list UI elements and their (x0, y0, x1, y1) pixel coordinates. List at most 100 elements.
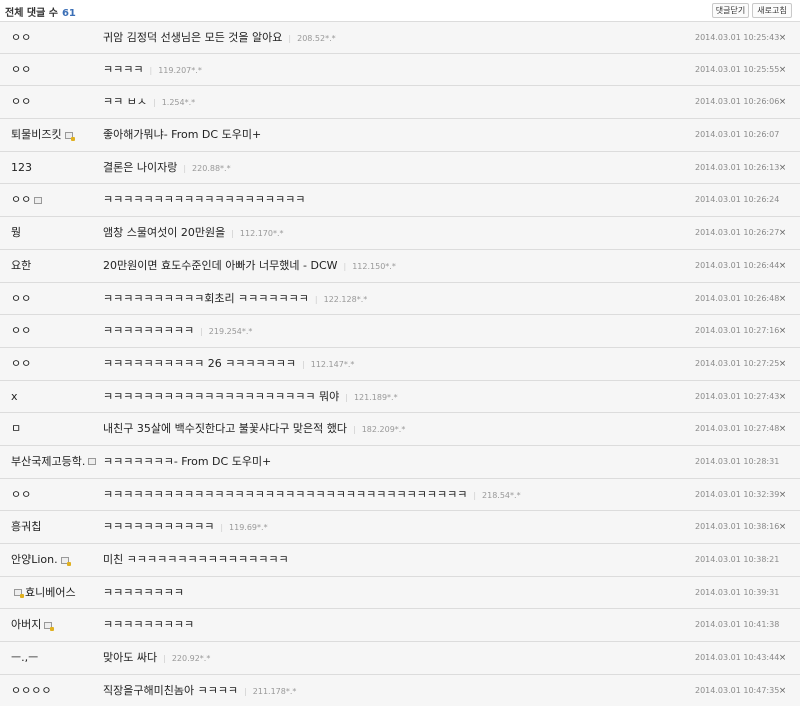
comment-timestamp: 2014.03.01 10:39:31 (695, 587, 780, 597)
comment-timestamp: 2014.03.01 10:26:06 (695, 97, 780, 107)
comment-nickname[interactable]: 안양Lion. (11, 544, 72, 576)
comment-timestamp: 2014.03.01 10:27:16 (695, 326, 780, 336)
close-comments-button[interactable]: 댓글닫기 (712, 3, 749, 18)
nickname-text[interactable]: ㅇㅇ (11, 292, 31, 305)
nickname-text[interactable]: 안양Lion. (11, 553, 58, 566)
comment-body: ㅋㅋㅋㅋㅋㅋㅋ- From DC 도우미+ (103, 446, 271, 478)
delete-comment-icon[interactable]: × (778, 425, 787, 434)
comment-timestamp: 2014.03.01 10:25:43 (695, 33, 780, 42)
comment-nickname[interactable]: 효니베어스 (11, 577, 76, 609)
nickname-text[interactable]: 요한 (11, 259, 31, 272)
comment-nickname[interactable]: 퇴물비즈킷 (11, 119, 76, 151)
comment-count: 전체 댓글 수 61 (5, 4, 76, 19)
comment-nickname[interactable]: x (11, 381, 18, 413)
comment-body: ㅋㅋㅋㅋㅋㅋㅋㅋㅋㅋ회초리 ㅋㅋㅋㅋㅋㅋㅋ 122.128*.* (103, 283, 367, 315)
comment-body: ㅋㅋㅋㅋㅋㅋㅋㅋㅋㅋㅋ 119.69*.* (103, 511, 268, 543)
comment-nickname[interactable]: 뭥 (11, 217, 21, 249)
delete-comment-icon[interactable]: × (778, 490, 787, 500)
comment-body: ㅋㅋㅋㅋㅋㅋㅋㅋㅋㅋㅋㅋㅋㅋㅋㅋㅋㅋㅋㅋㅋ 뭐야 121.189*.* (103, 381, 398, 413)
gallog-icon[interactable] (88, 458, 97, 466)
comment-text: 결론은 나이자랑 (103, 160, 178, 174)
fixed-nick-icon[interactable] (60, 556, 71, 566)
comment-row: 안양Lion. 미친 ㅋㅋㅋㅋㅋㅋㅋㅋㅋㅋㅋㅋㅋㅋㅋㅋ 2014.03.01 10:… (0, 544, 800, 577)
comment-row: ㅇㅇ ㅋㅋㅋㅋㅋㅋㅋㅋㅋㅋ회초리 ㅋㅋㅋㅋㅋㅋㅋ 122.128*.* 2014.03… (0, 282, 800, 316)
nickname-text[interactable]: 123 (11, 161, 32, 174)
fixed-nick-icon[interactable] (14, 589, 24, 599)
nickname-text[interactable]: ㅇㅇ (11, 357, 31, 370)
delete-comment-icon[interactable]: × (778, 98, 787, 107)
comment-nickname[interactable]: ㅇㅇ (11, 348, 31, 380)
comment-nickname[interactable]: ㅁ (11, 413, 21, 445)
comment-row: ㅡ.,ㅡ 맞아도 싸다 220.92*.* 2014.03.01 10:43:44× (0, 642, 800, 675)
delete-comment-icon[interactable]: × (778, 229, 787, 238)
comment-timestamp: 2014.03.01 10:27:43 (695, 391, 780, 401)
comment-body: ㅋㅋㅋㅋㅋㅋㅋㅋ (103, 577, 184, 609)
nickname-text[interactable]: ㅇㅇ (11, 324, 31, 337)
comment-body: 결론은 나이자랑 220.88*.* (103, 152, 231, 184)
delete-comment-icon[interactable]: × (778, 163, 787, 173)
delete-comment-icon[interactable]: × (778, 34, 787, 43)
comment-ip: 218.54*.* (473, 491, 520, 500)
nickname-text[interactable]: ㅇㅇ (11, 95, 31, 108)
comment-nickname[interactable]: 123 (11, 152, 32, 184)
nickname-text[interactable]: 부산국제고등학. (11, 455, 85, 468)
nickname-text[interactable]: ㅇㅇ (11, 31, 31, 44)
comment-text: 내친구 35살에 백수짓한다고 불꽃샤다구 맞은적 했다 (103, 422, 347, 436)
gallog-icon[interactable] (34, 196, 43, 204)
comment-timestamp: 2014.03.01 10:26:44 (695, 260, 780, 270)
comment-nickname[interactable]: ㅇㅇ (11, 184, 45, 216)
comment-body: ㅋㅋㅋㅋ 119.207*.* (103, 54, 202, 86)
comment-nickname[interactable]: ㅇㅇ (11, 54, 31, 86)
refresh-button[interactable]: 새로고침 (752, 3, 792, 18)
nickname-text[interactable]: 퇴물비즈킷 (11, 128, 62, 141)
nickname-text[interactable]: ㅇㅇ (11, 193, 31, 206)
comment-nickname[interactable]: ㅇㅇ (11, 315, 31, 347)
delete-comment-icon[interactable]: × (778, 654, 787, 663)
comment-body: 미친 ㅋㅋㅋㅋㅋㅋㅋㅋㅋㅋㅋㅋㅋㅋㅋㅋ (103, 544, 289, 576)
nickname-text[interactable]: ㅇㅇ (11, 63, 31, 76)
nickname-text[interactable]: ㅁ (11, 422, 21, 435)
nickname-text[interactable]: 흥궈칩 (11, 520, 41, 533)
delete-comment-icon[interactable]: × (778, 686, 787, 696)
comment-ip: 121.189*.* (345, 393, 397, 402)
delete-comment-icon[interactable]: × (778, 327, 787, 336)
nickname-text[interactable]: ㅇㅇㅇㅇ (11, 684, 51, 697)
delete-comment-icon[interactable]: × (778, 65, 787, 75)
comment-ip: 112.150*.* (344, 262, 396, 271)
comment-nickname[interactable]: 부산국제고등학. (11, 446, 99, 478)
comment-row: 뭥 앰창 스물여섯이 20만원을 112.170*.* 2014.03.01 10:2… (0, 217, 800, 250)
nickname-text[interactable]: 아버지 (11, 618, 41, 631)
delete-comment-icon[interactable]: × (778, 359, 787, 369)
comment-timestamp: 2014.03.01 10:26:13 (695, 162, 780, 172)
nickname-text[interactable]: x (11, 390, 18, 403)
comment-timestamp: 2014.03.01 10:26:48 (695, 293, 780, 303)
fixed-nick-icon[interactable] (44, 621, 55, 631)
delete-comment-icon[interactable]: × (778, 294, 787, 304)
comment-text: 좋아해가뭐냐- From DC 도우미+ (103, 128, 262, 142)
comment-body: ㅋㅋㅋㅋㅋㅋㅋㅋㅋㅋㅋㅋㅋㅋㅋㅋㅋㅋㅋㅋ (103, 184, 305, 216)
comment-nickname[interactable]: ㅇㅇㅇㅇ (11, 675, 51, 706)
comment-nickname[interactable]: ㅇㅇ (11, 479, 31, 511)
comment-nickname[interactable]: 아버지 (11, 609, 55, 641)
comment-nickname[interactable]: 흥궈칩 (11, 511, 41, 543)
nickname-text[interactable]: 효니베어스 (25, 586, 76, 599)
comment-ip: 112.170*.* (231, 229, 283, 238)
comment-nickname[interactable]: 요한 (11, 250, 31, 282)
comment-count-value: 61 (61, 8, 76, 19)
comment-nickname[interactable]: ㅡ.,ㅡ (11, 642, 38, 674)
nickname-text[interactable]: ㅡ.,ㅡ (11, 651, 38, 664)
delete-comment-icon[interactable]: × (778, 392, 787, 402)
comment-text: ㅋㅋㅋㅋ (103, 62, 144, 76)
comment-nickname[interactable]: ㅇㅇ (11, 283, 31, 315)
comment-nickname[interactable]: ㅇㅇ (11, 86, 31, 118)
fixed-nick-icon[interactable] (64, 131, 75, 141)
comment-body: ㅋㅋㅋㅋㅋㅋㅋㅋㅋㅋ 26 ㅋㅋㅋㅋㅋㅋㅋ 112.147*.* (103, 348, 354, 380)
comment-row: 퇴물비즈킷 좋아해가뭐냐- From DC 도우미+ 2014.03.01 10:2… (0, 119, 800, 152)
delete-comment-icon[interactable]: × (778, 523, 787, 532)
nickname-text[interactable]: ㅇㅇ (11, 488, 31, 501)
delete-comment-icon[interactable]: × (778, 261, 787, 271)
comment-ip: 208.52*.* (288, 34, 335, 43)
comment-nickname[interactable]: ㅇㅇ (11, 22, 31, 54)
comment-ip: 119.69*.* (220, 523, 267, 532)
nickname-text[interactable]: 뭥 (11, 226, 21, 239)
